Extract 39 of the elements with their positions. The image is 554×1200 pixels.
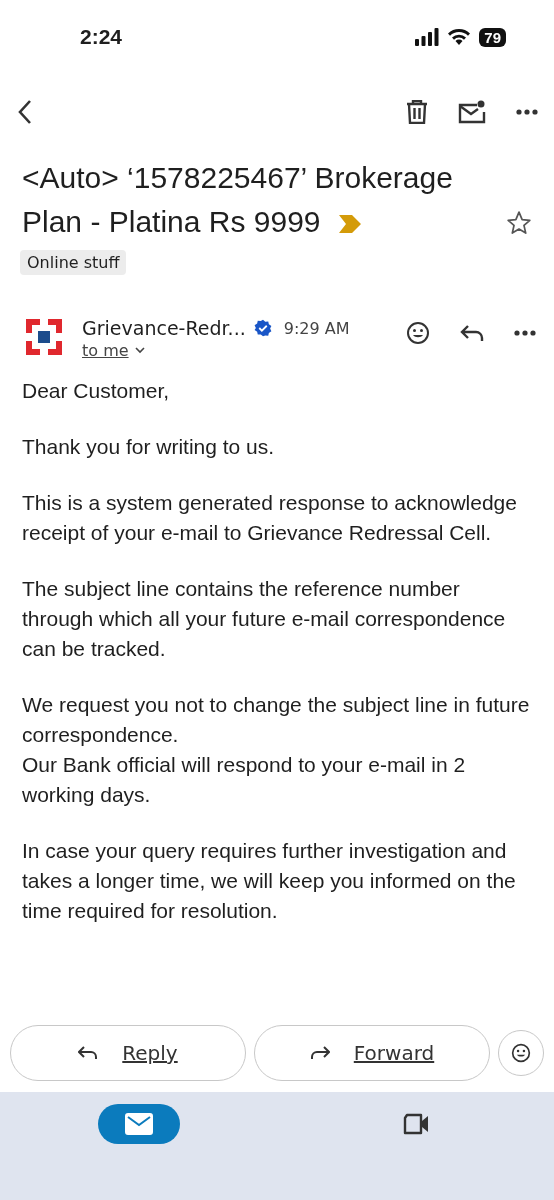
smiley-icon [511,1043,531,1063]
star-icon[interactable] [506,210,532,236]
mail-icon [124,1113,153,1135]
reply-icon [78,1046,99,1060]
body-paragraph: Dear Customer, [22,378,171,404]
sender-name: Grievance-Redr... [82,317,246,339]
body-paragraph: This is a system generated response to acknowledge receipt of your e-mail to Grievance Redressal Cell. [22,490,518,546]
more-icon [514,330,536,336]
forward-icon [309,1046,330,1060]
more-icon [516,109,538,115]
body-paragraph: Our Bank official will respond to your e-mail in 2 working days. [22,752,467,808]
smiley-icon [406,321,430,345]
email-subject: <Auto> ‘1578225467’ Brokerage Plan - Platina Rs 9999 [22,160,454,240]
envelope-icon [458,100,486,124]
more-button[interactable] [516,109,538,115]
body-paragraph: In case your query requires further investigation and takes a longer time, we will keep you informed on the time required for resolution. [22,838,517,924]
trash-icon [406,100,428,124]
sender-logo-icon [24,317,64,357]
nav-tab[interactable] [97,1104,180,1144]
reply-icon [460,324,484,342]
mark-unread-button[interactable] [458,100,486,124]
signal-icon [415,28,440,46]
wifi-icon [447,28,472,46]
back-icon [18,99,32,125]
email-label[interactable]: Online stuff [20,250,127,275]
delete-button[interactable] [406,100,428,124]
back-button[interactable] [18,99,32,125]
reply-button[interactable]: Reply [10,1025,246,1081]
body-paragraph: We request you not to change the subject line in future correspondence. [22,692,531,748]
body-paragraph: Thank you for writing to us. [22,434,276,460]
recipient-details[interactable]: to me [82,341,388,360]
video-camera-icon [401,1113,430,1135]
message-time: 9:29 AM [283,318,350,338]
react-button[interactable] [498,1030,544,1076]
forward-button[interactable]: Forward [254,1025,490,1081]
body-paragraph: The subject line contains the reference number through which all your future e-mail correspondence can be tracked. [22,576,507,662]
status-time: 2:24 [80,25,123,49]
battery-level: 79 [479,27,506,47]
caret-icon [134,347,145,354]
